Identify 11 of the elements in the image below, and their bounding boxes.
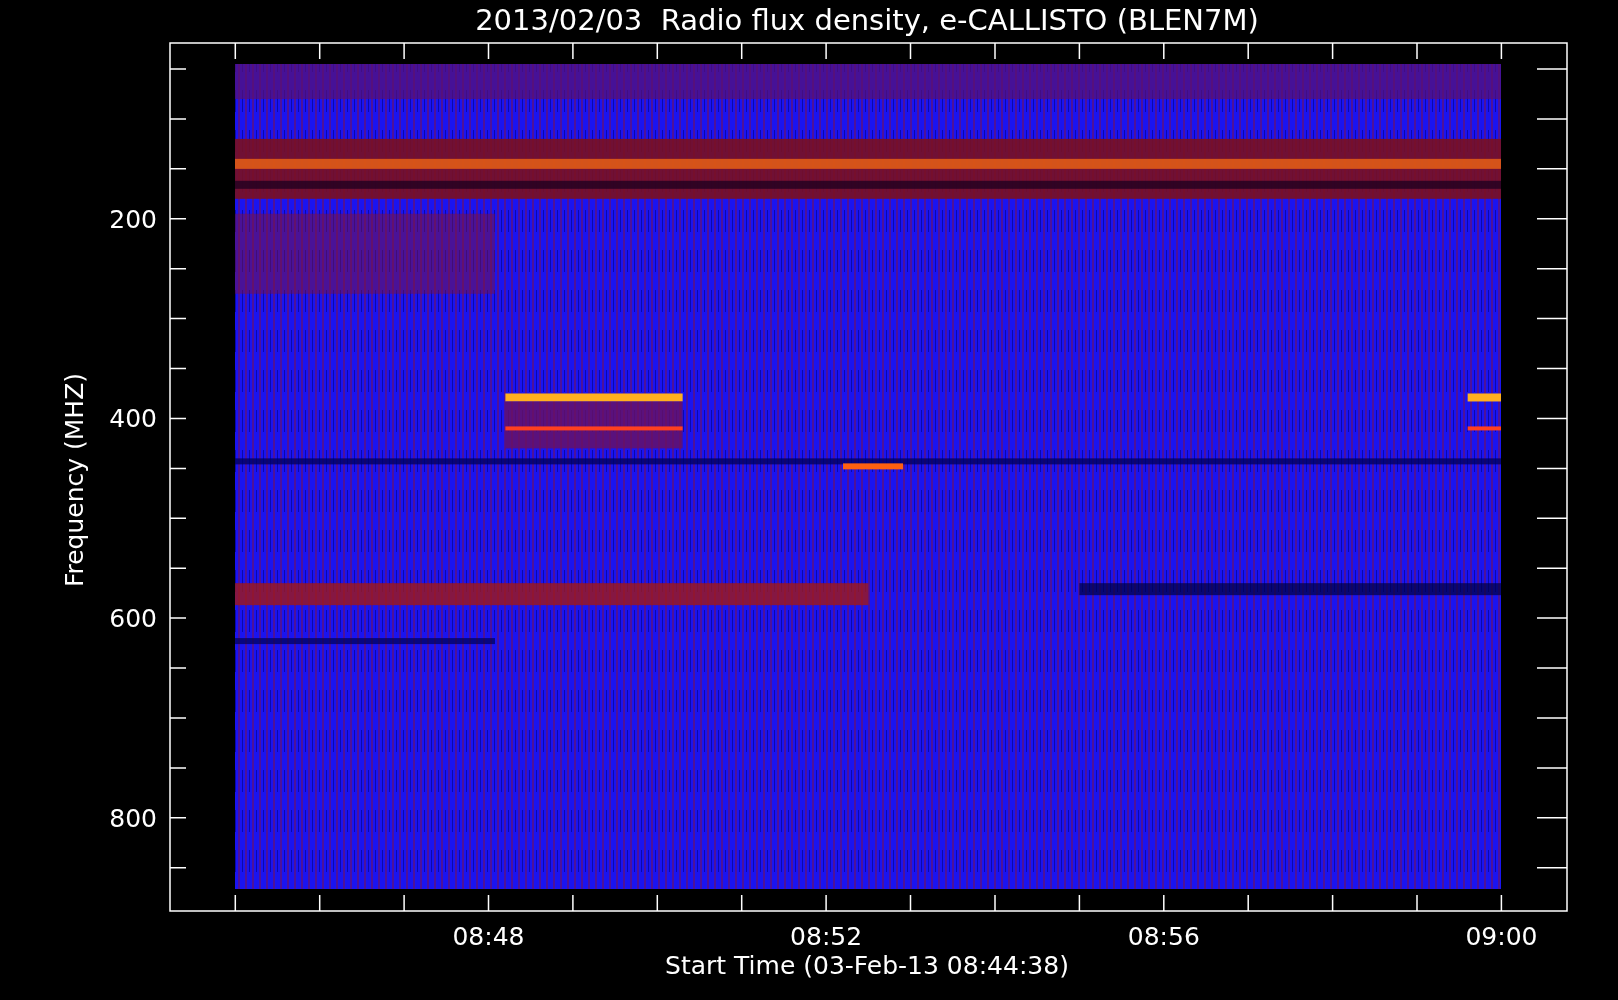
axis-label: Frequency (MHZ) bbox=[60, 372, 89, 588]
tick-label: 400 bbox=[109, 404, 157, 434]
plot-title: 2013/02/03 Radio flux density, e-CALLISTO (BLEN7M) bbox=[475, 3, 1259, 37]
tick-label: 200 bbox=[109, 204, 157, 234]
tick-label: 800 bbox=[109, 803, 157, 833]
tick-label: 08:52 bbox=[790, 922, 863, 951]
tick-label: 08:56 bbox=[1127, 922, 1200, 951]
axis-label: Start Time (03-Feb-13 08:44:38) bbox=[665, 951, 1069, 980]
tick-label: 08:48 bbox=[452, 922, 525, 951]
tick-label: 09:00 bbox=[1465, 922, 1538, 951]
tick-label: 600 bbox=[109, 604, 157, 634]
